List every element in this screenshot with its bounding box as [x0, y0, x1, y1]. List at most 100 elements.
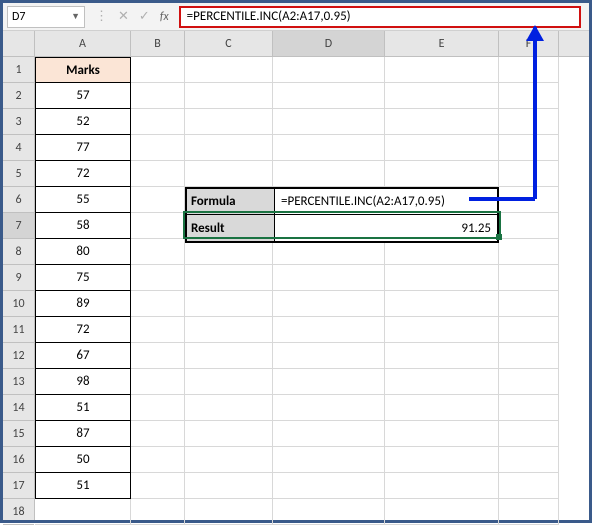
cell[interactable]: [499, 213, 559, 239]
cell[interactable]: [385, 343, 499, 369]
col-header[interactable]: C: [185, 31, 273, 56]
cell[interactable]: 72: [35, 317, 131, 343]
row-header[interactable]: 2: [3, 83, 34, 109]
cell[interactable]: [185, 447, 273, 473]
row-header[interactable]: 14: [3, 395, 34, 421]
cell[interactable]: 75: [35, 265, 131, 291]
row-header[interactable]: 3: [3, 109, 34, 135]
cell[interactable]: [185, 317, 273, 343]
cell[interactable]: [131, 343, 185, 369]
cell[interactable]: [131, 291, 185, 317]
col-header[interactable]: E: [385, 31, 499, 56]
cell[interactable]: [185, 83, 273, 109]
col-header[interactable]: A: [35, 31, 131, 56]
cell[interactable]: [385, 421, 499, 447]
cell[interactable]: [385, 317, 499, 343]
row-header[interactable]: 17: [3, 473, 34, 499]
cell[interactable]: [385, 395, 499, 421]
cell[interactable]: 52: [35, 109, 131, 135]
cell[interactable]: [131, 83, 185, 109]
cell[interactable]: [185, 343, 273, 369]
cell[interactable]: [499, 135, 559, 161]
cell[interactable]: [273, 291, 385, 317]
cell[interactable]: [499, 395, 559, 421]
cell[interactable]: [131, 473, 185, 499]
cell[interactable]: [273, 395, 385, 421]
cell[interactable]: 98: [35, 369, 131, 395]
cell[interactable]: [131, 499, 185, 525]
cell[interactable]: [499, 499, 559, 525]
cell[interactable]: [499, 421, 559, 447]
cell[interactable]: [499, 369, 559, 395]
cell[interactable]: [273, 135, 385, 161]
cell[interactable]: [273, 473, 385, 499]
cell[interactable]: [499, 265, 559, 291]
cell[interactable]: [499, 317, 559, 343]
cell[interactable]: [185, 499, 273, 525]
row-header[interactable]: 9: [3, 265, 34, 291]
result-value[interactable]: 91.25: [275, 215, 497, 241]
cell[interactable]: [131, 213, 185, 239]
cell[interactable]: [131, 161, 185, 187]
cell[interactable]: 80: [35, 239, 131, 265]
cell[interactable]: [185, 395, 273, 421]
row-header[interactable]: 6: [3, 187, 34, 213]
cell[interactable]: 87: [35, 421, 131, 447]
cell[interactable]: [385, 291, 499, 317]
cell[interactable]: 51: [35, 473, 131, 499]
cell[interactable]: 50: [35, 447, 131, 473]
cell[interactable]: [385, 265, 499, 291]
cell[interactable]: 51: [35, 395, 131, 421]
formula-input[interactable]: =PERCENTILE.INC(A2:A17,0.95): [179, 6, 581, 28]
cell[interactable]: [185, 109, 273, 135]
name-box[interactable]: D7 ▼: [7, 6, 85, 28]
cell[interactable]: [131, 421, 185, 447]
cell[interactable]: [385, 369, 499, 395]
cell[interactable]: [35, 499, 131, 525]
cell[interactable]: 57: [35, 83, 131, 109]
cell[interactable]: 89: [35, 291, 131, 317]
row-header[interactable]: 12: [3, 343, 34, 369]
cell[interactable]: [385, 57, 499, 83]
cell[interactable]: 67: [35, 343, 131, 369]
row-header[interactable]: 4: [3, 135, 34, 161]
cell[interactable]: [131, 239, 185, 265]
chevron-down-icon[interactable]: ▼: [71, 11, 80, 22]
cell[interactable]: [273, 343, 385, 369]
cell[interactable]: [273, 447, 385, 473]
cell[interactable]: [499, 161, 559, 187]
cell[interactable]: [131, 369, 185, 395]
cell[interactable]: 77: [35, 135, 131, 161]
row-header[interactable]: 7: [3, 213, 34, 239]
cell[interactable]: 58: [35, 213, 131, 239]
row-header[interactable]: 10: [3, 291, 34, 317]
cell[interactable]: [385, 447, 499, 473]
cell[interactable]: [131, 135, 185, 161]
cell[interactable]: [499, 239, 559, 265]
cancel-icon[interactable]: ✕: [118, 9, 129, 24]
cell[interactable]: [185, 265, 273, 291]
cell[interactable]: [385, 135, 499, 161]
row-header[interactable]: 8: [3, 239, 34, 265]
col-header[interactable]: D: [273, 31, 385, 56]
fx-icon[interactable]: fx: [160, 10, 169, 24]
cell[interactable]: [385, 83, 499, 109]
cell[interactable]: [499, 343, 559, 369]
row-header[interactable]: 1: [3, 57, 34, 83]
cell[interactable]: [131, 395, 185, 421]
cell[interactable]: [185, 291, 273, 317]
cell[interactable]: [273, 421, 385, 447]
cell[interactable]: [131, 57, 185, 83]
cell[interactable]: [385, 109, 499, 135]
cell[interactable]: [499, 447, 559, 473]
cell[interactable]: [273, 369, 385, 395]
cell[interactable]: [499, 57, 559, 83]
row-header[interactable]: 16: [3, 447, 34, 473]
cell[interactable]: [273, 57, 385, 83]
cell[interactable]: 72: [35, 161, 131, 187]
cell[interactable]: [131, 317, 185, 343]
select-all-corner[interactable]: [3, 31, 34, 57]
cell[interactable]: [499, 109, 559, 135]
cell[interactable]: [499, 83, 559, 109]
cell[interactable]: [273, 83, 385, 109]
